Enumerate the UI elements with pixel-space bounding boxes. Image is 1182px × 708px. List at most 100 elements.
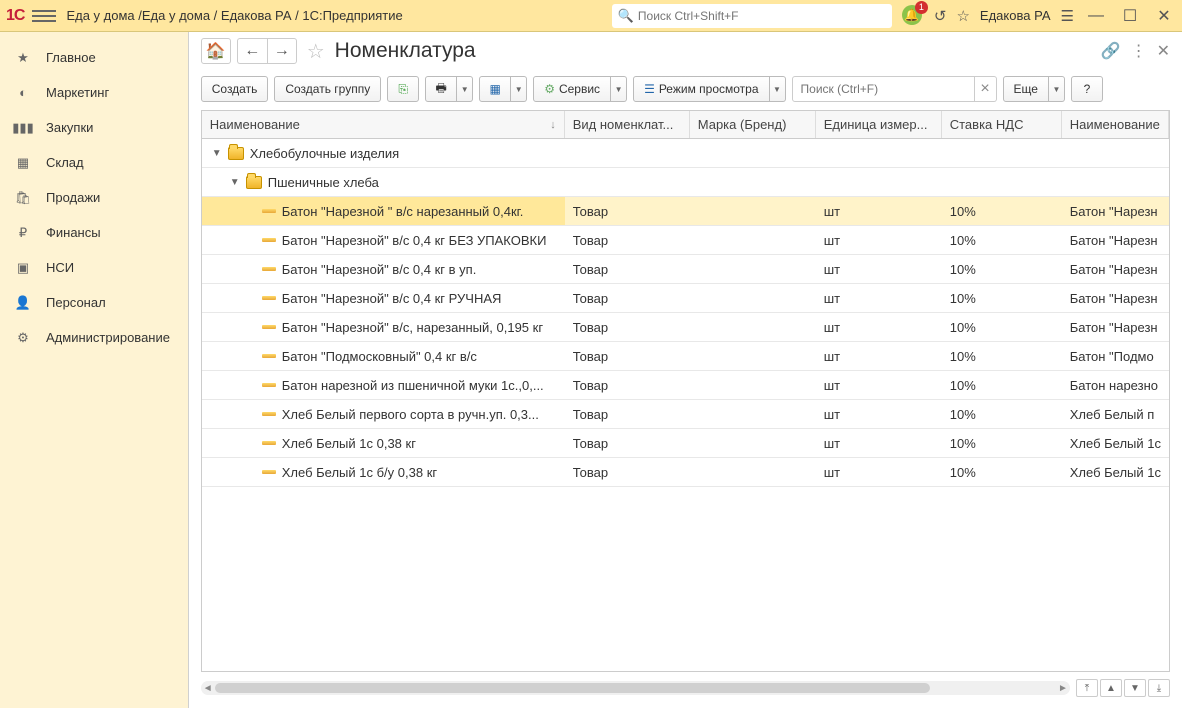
nav-down-button[interactable]: ▼	[1124, 679, 1146, 697]
print-button[interactable]: 🖶	[425, 76, 457, 102]
scroll-left-icon[interactable]: ◄	[201, 683, 215, 694]
history-icon[interactable]: ↺	[934, 7, 947, 25]
table-row[interactable]: Батон "Нарезной" в/с 0,4 кг РУЧНАЯТоварш…	[202, 284, 1169, 313]
settings-lines-icon[interactable]: ☰	[1061, 7, 1074, 25]
template-split-button[interactable]: ▦ ▼	[479, 76, 527, 102]
page-title: Номенклатура	[335, 39, 476, 63]
item-unit: шт	[816, 371, 942, 399]
item-unit: шт	[816, 255, 942, 283]
item-name2: Хлеб Белый 1с	[1062, 458, 1169, 486]
chevron-down-icon[interactable]: ▼	[230, 177, 240, 188]
link-icon[interactable]: 🔗	[1101, 41, 1121, 61]
template-button[interactable]: ▦	[479, 76, 511, 102]
sidebar-item-marketing[interactable]: ◐ Маркетинг	[0, 75, 188, 110]
nav-last-button[interactable]: ⤓	[1148, 679, 1170, 697]
user-name[interactable]: Едакова РА	[980, 8, 1051, 23]
service-split-button[interactable]: ⚙Сервис ▼	[533, 76, 627, 102]
hamburger-icon[interactable]	[32, 4, 56, 28]
toolbar: Создать Создать группу ⎘ 🖶 ▼ ▦ ▼ ⚙Сервис…	[189, 70, 1182, 108]
close-panel-button[interactable]: ✕	[1157, 41, 1170, 61]
table-row-group[interactable]: ▼ Хлебобулочные изделия	[202, 139, 1169, 168]
table-row[interactable]: Хлеб Белый первого сорта в ручн.уп. 0,3.…	[202, 400, 1169, 429]
viewmode-dropdown[interactable]: ▼	[770, 76, 786, 102]
table-row[interactable]: Хлеб Белый 1с 0,38 кгТоваршт10%Хлеб Белы…	[202, 429, 1169, 458]
col-type[interactable]: Вид номенклат...	[565, 111, 690, 138]
global-search-input[interactable]	[612, 4, 892, 28]
horizontal-scrollbar[interactable]: ◄ ►	[201, 681, 1070, 695]
viewmode-button[interactable]: ☰Режим просмотра	[633, 76, 769, 102]
item-name2: Батон нарезно	[1062, 371, 1169, 399]
col-brand[interactable]: Марка (Бренд)	[690, 111, 816, 138]
service-dropdown[interactable]: ▼	[611, 76, 627, 102]
notification-badge: 1	[915, 1, 928, 14]
help-button[interactable]: ?	[1071, 76, 1103, 102]
sidebar-item-label: Финансы	[46, 225, 101, 240]
notification-bell[interactable]: 🔔 1	[902, 5, 924, 27]
copy-button[interactable]: ⎘	[387, 76, 419, 102]
table-search-input[interactable]	[792, 76, 975, 102]
item-name: Хлеб Белый первого сорта в ручн.уп. 0,3.…	[282, 407, 539, 422]
col-name[interactable]: Наименование↓	[202, 111, 565, 138]
item-icon	[262, 412, 276, 416]
sidebar-item-personnel[interactable]: 👤 Персонал	[0, 285, 188, 320]
table-row[interactable]: Батон нарезной из пшеничной муки 1с.,0,.…	[202, 371, 1169, 400]
forward-button[interactable]: →	[267, 38, 297, 64]
minimize-button[interactable]: —	[1084, 6, 1108, 26]
sidebar-item-label: Склад	[46, 155, 84, 170]
table-row[interactable]: Батон "Нарезной" в/с, нарезанный, 0,195 …	[202, 313, 1169, 342]
close-button[interactable]: ✕	[1152, 6, 1176, 26]
more-vert-icon[interactable]: ⋮	[1131, 41, 1147, 61]
table-row[interactable]: Батон "Подмосковный" 0,4 кг в/сТоваршт10…	[202, 342, 1169, 371]
sidebar-item-label: Закупки	[46, 120, 93, 135]
more-button[interactable]: Еще	[1003, 76, 1049, 102]
maximize-button[interactable]: ☐	[1118, 6, 1142, 26]
table-row[interactable]: Батон "Нарезной" в/с 0,4 кг в уп.Товаршт…	[202, 255, 1169, 284]
sidebar-item-nsi[interactable]: ▣ НСИ	[0, 250, 188, 285]
back-button[interactable]: ←	[237, 38, 267, 64]
table-row[interactable]: Батон "Нарезной " в/с нарезанный 0,4кг.Т…	[202, 197, 1169, 226]
sidebar-item-main[interactable]: ★ Главное	[0, 40, 188, 75]
template-dropdown[interactable]: ▼	[511, 76, 527, 102]
chevron-down-icon[interactable]: ▼	[212, 148, 222, 159]
table-row[interactable]: Батон "Нарезной" в/с 0,4 кг БЕЗ УПАКОВКИ…	[202, 226, 1169, 255]
viewmode-split-button[interactable]: ☰Режим просмотра ▼	[633, 76, 785, 102]
star-outline-icon[interactable]: ☆	[307, 39, 325, 64]
nav-up-button[interactable]: ▲	[1100, 679, 1122, 697]
print-dropdown[interactable]: ▼	[457, 76, 473, 102]
favorite-icon[interactable]: ☆	[956, 7, 969, 25]
more-split-button[interactable]: Еще ▼	[1003, 76, 1065, 102]
home-button[interactable]: 🏠	[201, 38, 231, 64]
create-button[interactable]: Создать	[201, 76, 269, 102]
sidebar-item-label: Персонал	[46, 295, 106, 310]
item-name2: Батон "Нарезн	[1062, 197, 1169, 225]
item-icon	[262, 296, 276, 300]
table-row[interactable]: Хлеб Белый 1с б/у 0,38 кгТоваршт10%Хлеб …	[202, 458, 1169, 487]
sidebar-item-warehouse[interactable]: ▦ Склад	[0, 145, 188, 180]
col-name2[interactable]: Наименование	[1062, 111, 1169, 138]
scroll-right-icon[interactable]: ►	[1056, 683, 1070, 694]
item-brand	[690, 342, 816, 370]
clear-search-button[interactable]: ×	[975, 76, 997, 102]
sidebar-item-finance[interactable]: ₽ Финансы	[0, 215, 188, 250]
service-button[interactable]: ⚙Сервис	[533, 76, 611, 102]
print-split-button[interactable]: 🖶 ▼	[425, 76, 473, 102]
table-search[interactable]: ×	[792, 76, 997, 102]
sidebar-item-sales[interactable]: 🛍 Продажи	[0, 180, 188, 215]
col-vat[interactable]: Ставка НДС	[942, 111, 1062, 138]
item-icon	[262, 325, 276, 329]
more-dropdown[interactable]: ▼	[1049, 76, 1065, 102]
group-label: Пшеничные хлеба	[268, 175, 379, 190]
sidebar-item-admin[interactable]: ⚙ Администрирование	[0, 320, 188, 355]
col-unit[interactable]: Единица измер...	[816, 111, 942, 138]
sidebar-item-purchases[interactable]: ▮▮▮ Закупки	[0, 110, 188, 145]
item-name2: Хлеб Белый 1с	[1062, 429, 1169, 457]
item-icon	[262, 383, 276, 387]
item-vat: 10%	[942, 458, 1062, 486]
item-vat: 10%	[942, 226, 1062, 254]
global-search[interactable]: 🔍	[612, 4, 892, 28]
nav-first-button[interactable]: ⤒	[1076, 679, 1098, 697]
item-icon	[262, 209, 276, 213]
table-row-group[interactable]: ▼ Пшеничные хлеба	[202, 168, 1169, 197]
item-name: Хлеб Белый 1с 0,38 кг	[282, 436, 416, 451]
create-group-button[interactable]: Создать группу	[274, 76, 381, 102]
